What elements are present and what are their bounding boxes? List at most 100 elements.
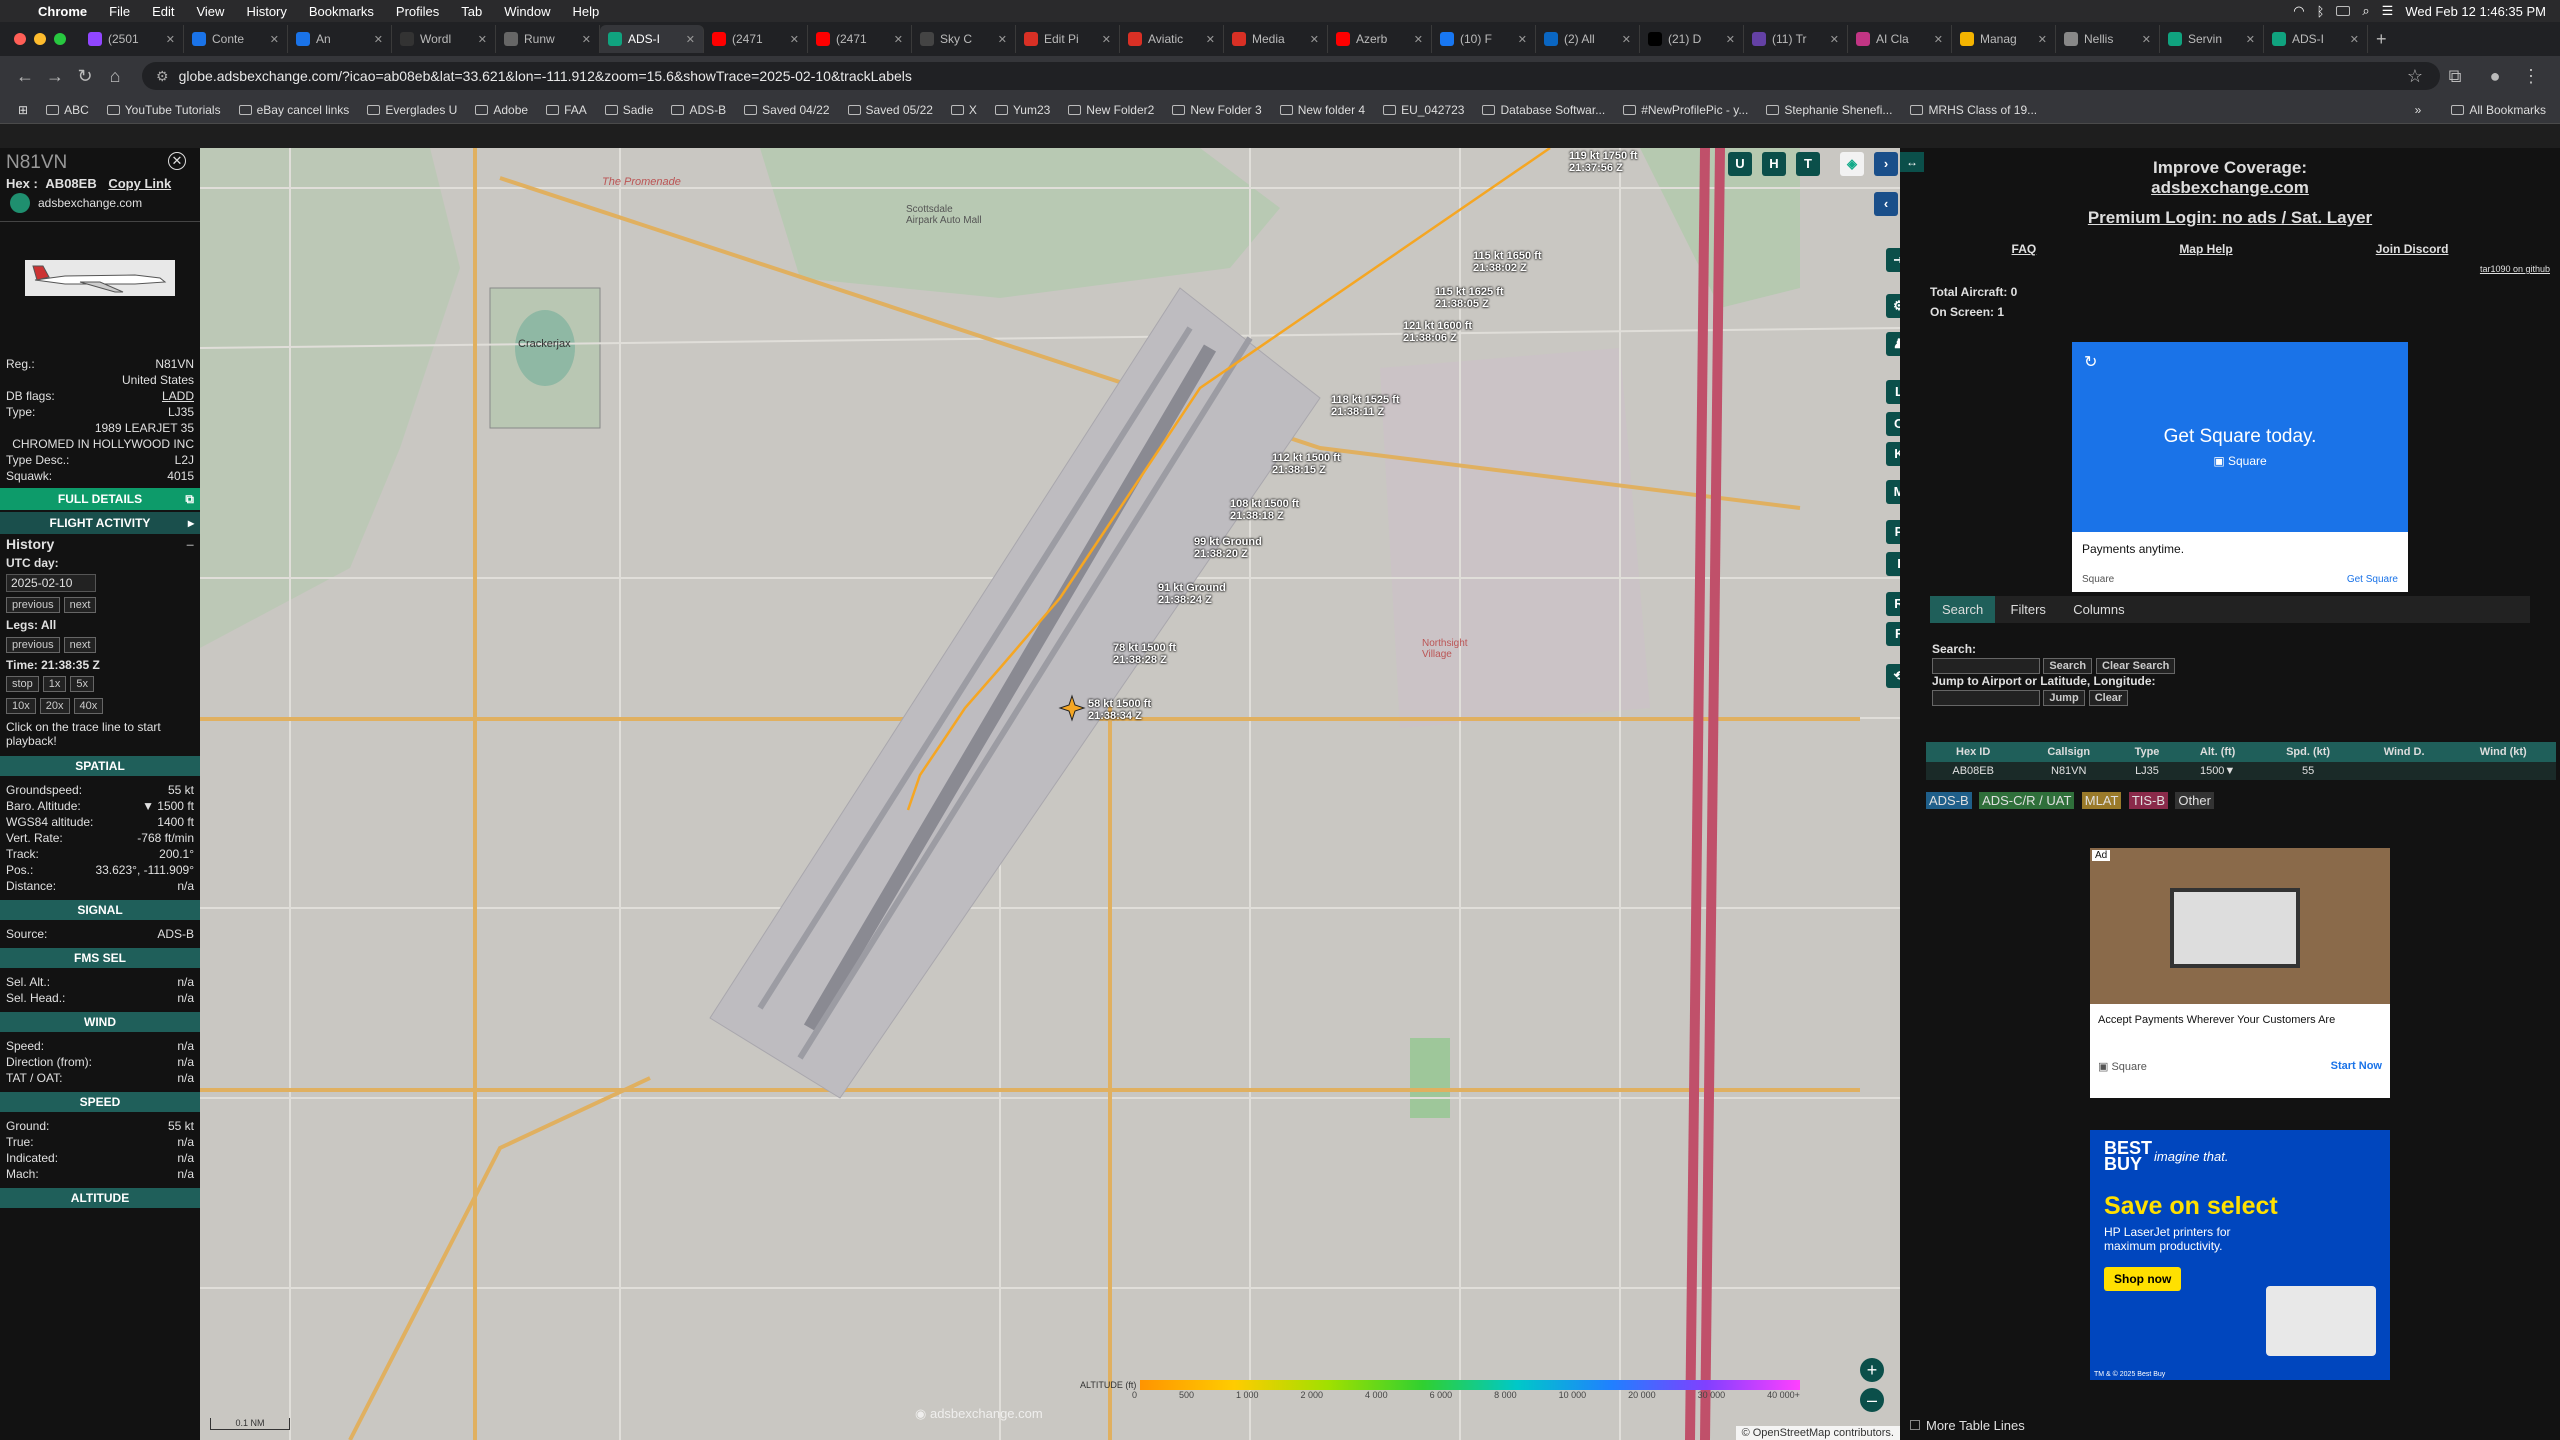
close-tab-icon[interactable]: ✕ — [374, 33, 383, 46]
menu-file[interactable]: File — [109, 4, 130, 19]
url-bar[interactable]: ⚙ globe.adsbexchange.com/?icao=ab08eb&la… — [142, 62, 2440, 90]
minimize-window-icon[interactable] — [34, 33, 46, 45]
map-view[interactable]: 119 kt 1750 ft 21:37:56 Z 115 kt 1650 ft 2… — [200, 148, 1900, 1440]
trace-label[interactable]: 78 kt 1500 ft 21:38:28 Z — [1113, 642, 1176, 666]
map-canvas[interactable] — [200, 148, 1900, 1440]
wifi-icon[interactable]: ◠ — [2293, 3, 2304, 19]
bookmark-item[interactable]: Saved 05/22 — [847, 103, 933, 117]
speed-section-title[interactable]: SPEED — [0, 1092, 200, 1112]
version-link[interactable]: tar1090 on github — [1900, 264, 2560, 274]
trace-label[interactable]: 58 kt 1500 ft 21:38:34 Z — [1088, 698, 1151, 722]
menu-help[interactable]: Help — [573, 4, 600, 19]
browser-tab[interactable]: Sky C ✕ — [912, 25, 1016, 53]
chevron-right-icon[interactable]: › — [1874, 152, 1898, 176]
bookmark-item[interactable]: Adobe — [475, 103, 528, 117]
bookmark-item[interactable]: YouTube Tutorials — [106, 103, 221, 117]
home-icon[interactable]: ⌂ — [100, 66, 130, 87]
ad-cta[interactable]: Get Square — [2347, 574, 2398, 585]
bookmark-item[interactable]: Database Softwar... — [1482, 103, 1605, 117]
browser-tab[interactable]: (11) Tr ✕ — [1744, 25, 1848, 53]
trace-label[interactable]: 115 kt 1625 ft 21:38:05 Z — [1435, 286, 1504, 310]
menu-clock[interactable]: Wed Feb 12 1:46:35 PM — [2405, 4, 2546, 19]
close-tab-icon[interactable]: ✕ — [1310, 33, 1319, 46]
kebab-menu-icon[interactable]: ⋮ — [2516, 66, 2546, 87]
menu-history[interactable]: History — [246, 4, 286, 19]
map-button-f[interactable]: F — [1886, 622, 1900, 646]
column-header[interactable]: Spd. (kt) — [2258, 742, 2358, 762]
bluetooth-icon[interactable]: ᛒ — [2317, 4, 2325, 19]
login-icon[interactable]: ⇥ — [1886, 248, 1900, 272]
expand-panel-icon[interactable]: ↔ — [1900, 152, 1924, 172]
altitude-section-title[interactable]: ALTITUDE — [0, 1188, 200, 1208]
browser-tab[interactable]: An ✕ — [288, 25, 392, 53]
ad-cta[interactable]: Start Now — [2331, 1060, 2382, 1073]
close-tab-icon[interactable]: ✕ — [790, 33, 799, 46]
trace-label[interactable]: 115 kt 1650 ft 21:38:02 Z — [1473, 250, 1542, 274]
extensions-icon[interactable]: ⧉ — [2440, 66, 2470, 87]
chevron-left-icon[interactable]: ‹ — [1874, 192, 1898, 216]
bookmark-item[interactable]: Saved 04/22 — [744, 103, 830, 117]
browser-tab[interactable]: Wordl ✕ — [392, 25, 496, 53]
close-tab-icon[interactable]: ✕ — [582, 33, 591, 46]
menu-tab[interactable]: Tab — [461, 4, 482, 19]
speed-10x-button[interactable]: 10x — [6, 698, 36, 714]
browser-tab[interactable]: ADS-I ✕ — [2264, 25, 2368, 53]
prev-leg-button[interactable]: previous — [6, 637, 60, 653]
close-tab-icon[interactable]: ✕ — [998, 33, 1007, 46]
browser-tab[interactable]: Aviatic ✕ — [1120, 25, 1224, 53]
map-button-l[interactable]: L — [1886, 380, 1900, 404]
trace-label[interactable]: 108 kt 1500 ft 21:38:18 Z — [1230, 498, 1299, 522]
browser-tab[interactable]: Servin ✕ — [2160, 25, 2264, 53]
menu-edit[interactable]: Edit — [152, 4, 174, 19]
jump-input[interactable] — [1932, 690, 2040, 707]
trace-label[interactable]: 91 kt Ground 21:38:24 Z — [1158, 582, 1226, 606]
browser-tab[interactable]: (2501 ✕ — [80, 25, 184, 53]
close-tab-icon[interactable]: ✕ — [2142, 33, 2151, 46]
wind-section-title[interactable]: WIND — [0, 1012, 200, 1032]
search-icon[interactable]: ⌕ — [2362, 3, 2369, 19]
close-tab-icon[interactable]: ✕ — [894, 33, 903, 46]
new-tab-button[interactable]: + — [2376, 29, 2387, 50]
zoom-out-button[interactable]: – — [1860, 1388, 1884, 1412]
column-header[interactable]: Wind (kt) — [2450, 742, 2556, 762]
layers-icon[interactable]: ◈ — [1840, 152, 1864, 176]
bookmark-item[interactable]: eBay cancel links — [238, 103, 349, 117]
close-tab-icon[interactable]: ✕ — [1206, 33, 1215, 46]
url-text[interactable]: globe.adsbexchange.com/?icao=ab08eb&lat=… — [179, 68, 912, 84]
trace-label[interactable]: 121 kt 1600 ft 21:38:06 Z — [1403, 320, 1472, 344]
close-tab-icon[interactable]: ✕ — [2350, 33, 2359, 46]
trace-label[interactable]: 99 kt Ground 21:38:20 Z — [1194, 536, 1262, 560]
map-button-m[interactable]: M — [1886, 480, 1900, 504]
signal-section-title[interactable]: SIGNAL — [0, 900, 200, 920]
tab-search[interactable]: Search — [1930, 596, 1996, 623]
close-tab-icon[interactable]: ✕ — [1414, 33, 1423, 46]
speed-40x-button[interactable]: 40x — [73, 698, 104, 714]
clear-search-button[interactable]: Clear Search — [2096, 658, 2176, 675]
square-ad-2[interactable]: Ad Accept Payments Wherever Your Custome… — [2090, 848, 2390, 1098]
tab-columns[interactable]: Columns — [2061, 596, 2136, 623]
premium-login-link[interactable]: Premium Login: no ads / Sat. Layer — [1900, 208, 2560, 228]
browser-tab[interactable]: Manag ✕ — [1952, 25, 2056, 53]
bookmark-item[interactable]: New folder 4 — [1279, 103, 1365, 117]
bookmark-item[interactable]: Stephanie Shenefi... — [1766, 103, 1892, 117]
bookmark-item[interactable]: Yum23 — [994, 103, 1050, 117]
menu-profiles[interactable]: Profiles — [396, 4, 439, 19]
close-window-icon[interactable] — [14, 33, 26, 45]
site-info-icon[interactable]: ⚙ — [156, 68, 169, 85]
trace-label[interactable]: 118 kt 1525 ft 21:38:11 Z — [1331, 394, 1400, 418]
map-button-i[interactable]: I — [1886, 552, 1900, 576]
next-day-button[interactable]: next — [63, 597, 97, 613]
back-icon[interactable]: ← — [10, 66, 40, 87]
flight-activity-button[interactable]: FLIGHT ACTIVITY ▸ — [0, 512, 200, 534]
browser-tab[interactable]: Runw ✕ — [496, 25, 600, 53]
search-input[interactable] — [1932, 658, 2040, 674]
tab-filters[interactable]: Filters — [1999, 596, 2058, 623]
browser-tab[interactable]: (2) All ✕ — [1536, 25, 1640, 53]
jump-button[interactable]: Jump — [2043, 690, 2085, 707]
dbflags-value[interactable]: LADD — [162, 388, 194, 404]
column-header[interactable]: Alt. (ft) — [2176, 742, 2259, 762]
map-button-h[interactable]: H — [1762, 152, 1786, 176]
site-link[interactable]: adsbexchange.com — [1900, 178, 2560, 198]
close-icon[interactable]: ✕ — [168, 152, 186, 170]
forward-icon[interactable]: → — [40, 66, 70, 87]
